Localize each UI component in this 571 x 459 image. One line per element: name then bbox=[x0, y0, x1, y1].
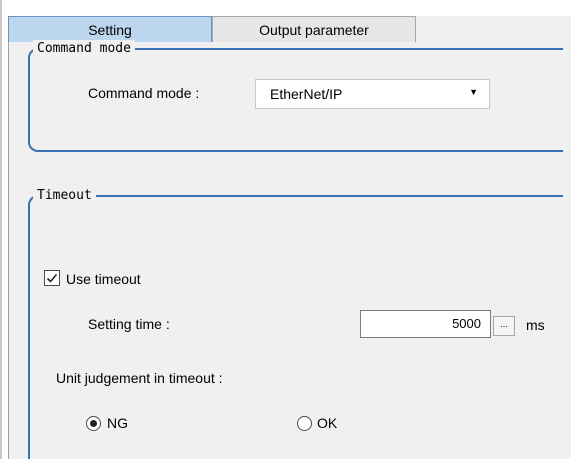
command-mode-dropdown[interactable]: EtherNet/IP ▼ bbox=[255, 79, 490, 109]
tab-output-parameter[interactable]: Output parameter bbox=[212, 16, 416, 42]
setting-time-value: 5000 bbox=[452, 316, 481, 331]
checkmark-icon bbox=[46, 273, 58, 283]
window-left-edge bbox=[0, 0, 2, 459]
radio-ng-label: NG bbox=[107, 415, 128, 431]
command-mode-label: Command mode : bbox=[88, 85, 200, 101]
setting-time-input[interactable]: 5000 bbox=[360, 310, 491, 338]
use-timeout-checkbox[interactable] bbox=[44, 270, 60, 286]
radio-ok-label: OK bbox=[317, 415, 338, 431]
setting-time-ellipsis-button[interactable]: ... bbox=[493, 316, 515, 336]
radio-ok[interactable] bbox=[297, 416, 312, 431]
dropdown-arrow-icon: ▼ bbox=[469, 87, 478, 97]
unit-judgement-label: Unit judgement in timeout : bbox=[56, 370, 223, 386]
timeout-group-title: Timeout bbox=[33, 187, 96, 205]
use-timeout-label: Use timeout bbox=[66, 271, 141, 287]
radio-selected-dot bbox=[90, 420, 97, 427]
command-mode-selected-value: EtherNet/IP bbox=[270, 86, 343, 102]
tab-bar: Setting Output parameter bbox=[8, 16, 571, 42]
tab-setting[interactable]: Setting bbox=[8, 16, 212, 42]
setting-time-label: Setting time : bbox=[88, 316, 170, 332]
setting-time-unit: ms bbox=[526, 317, 545, 333]
radio-ng[interactable] bbox=[86, 416, 101, 431]
command-mode-group-title: Command mode bbox=[33, 40, 135, 58]
